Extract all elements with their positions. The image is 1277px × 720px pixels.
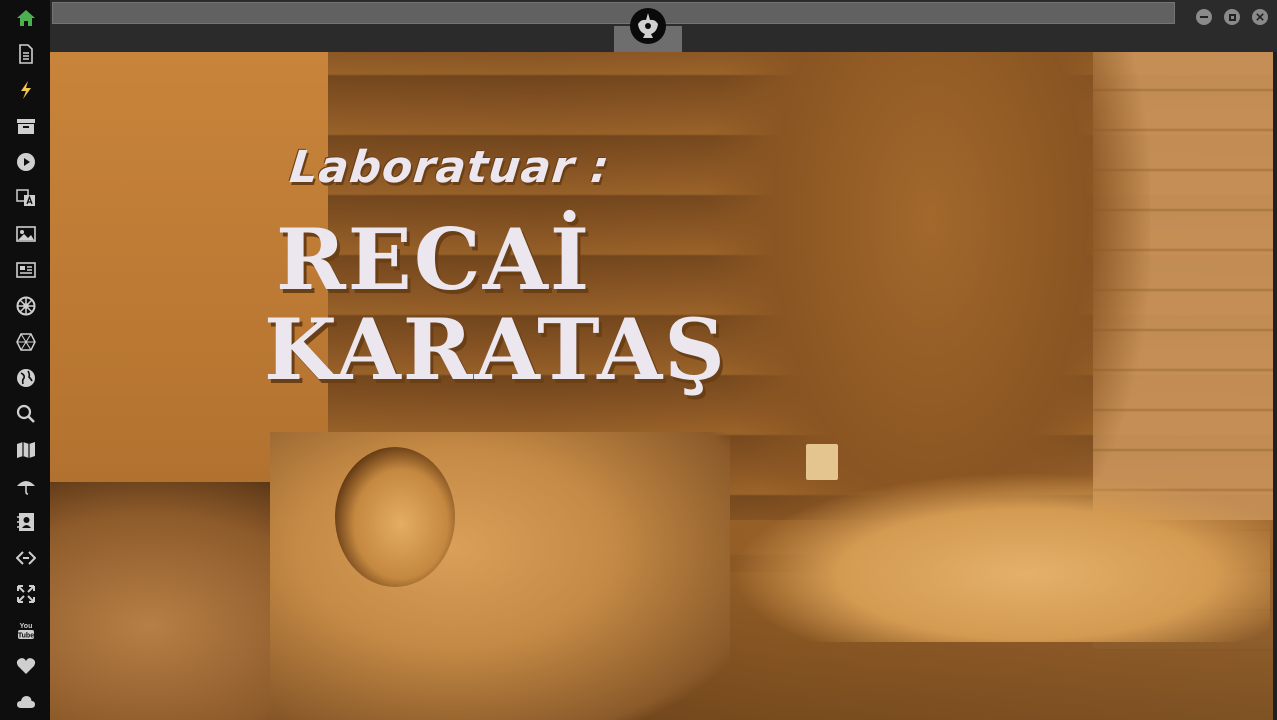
sidebar: You Tube bbox=[0, 0, 51, 720]
empire-icon[interactable] bbox=[13, 293, 39, 319]
play-icon[interactable] bbox=[13, 149, 39, 175]
newspaper-icon[interactable] bbox=[13, 257, 39, 283]
image-icon[interactable] bbox=[13, 221, 39, 247]
code-icon[interactable] bbox=[13, 545, 39, 571]
umbrella-icon[interactable] bbox=[13, 473, 39, 499]
wall-switch bbox=[806, 444, 838, 480]
top-bar bbox=[50, 0, 1277, 52]
globe-icon[interactable] bbox=[13, 365, 39, 391]
url-input[interactable] bbox=[52, 2, 1175, 24]
close-icon[interactable] bbox=[1252, 9, 1268, 25]
home-icon[interactable] bbox=[13, 5, 39, 31]
legs bbox=[730, 472, 1270, 642]
heart-icon[interactable] bbox=[13, 653, 39, 679]
rebel-alliance-icon[interactable] bbox=[629, 7, 667, 45]
document-icon[interactable] bbox=[13, 41, 39, 67]
cloud-icon[interactable] bbox=[13, 689, 39, 715]
svg-text:You: You bbox=[20, 623, 33, 630]
youtube-icon[interactable]: You Tube bbox=[13, 617, 39, 643]
lightning-icon[interactable] bbox=[13, 77, 39, 103]
map-icon[interactable] bbox=[13, 437, 39, 463]
woman-figure bbox=[270, 432, 730, 720]
translate-icon[interactable] bbox=[13, 185, 39, 211]
contacts-icon[interactable] bbox=[13, 509, 39, 535]
video-frame[interactable]: Laboratuar : RECAİ KARATAŞ bbox=[50, 52, 1273, 720]
woman-head bbox=[335, 447, 455, 587]
minimize-icon[interactable] bbox=[1196, 9, 1212, 25]
credit-title-line3: KARATAŞ bbox=[264, 300, 727, 399]
credit-title-line2: RECAİ bbox=[276, 210, 592, 309]
search-icon[interactable] bbox=[13, 401, 39, 427]
archive-icon[interactable] bbox=[13, 113, 39, 139]
svg-text:Tube: Tube bbox=[18, 633, 34, 640]
maximize-icon[interactable] bbox=[1224, 9, 1240, 25]
fullscreen-icon[interactable] bbox=[13, 581, 39, 607]
hexagon-icon[interactable] bbox=[13, 329, 39, 355]
credit-title-line1: Laboratuar : bbox=[287, 142, 613, 193]
